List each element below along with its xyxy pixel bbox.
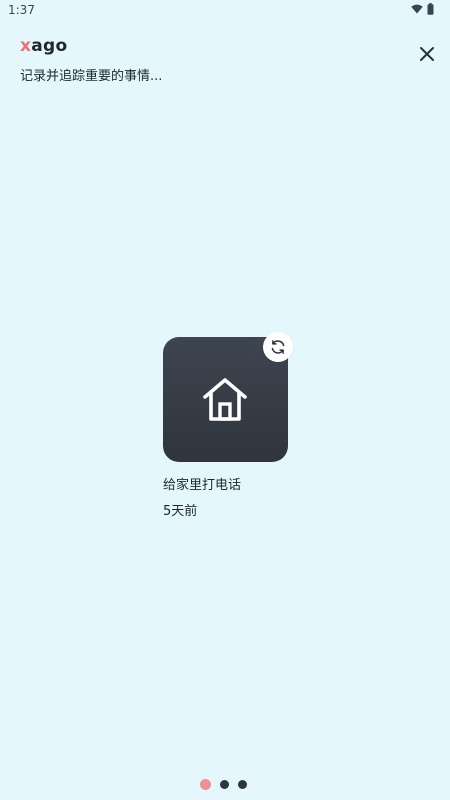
battery-icon [427,3,434,15]
close-button[interactable] [416,43,438,65]
page-dot-1[interactable] [200,779,211,790]
page-dot-2[interactable] [220,780,229,789]
system-icons [411,3,434,15]
app-logo: xago [20,36,68,56]
tagline: 记录并追踪重要的事情... [20,69,163,84]
wifi-icon [411,4,423,14]
refresh-button[interactable] [263,332,293,362]
task-age: 5天前 [163,504,198,519]
status-bar: 1:37 [0,0,450,22]
page-dot-3[interactable] [238,780,247,789]
status-time: 1:37 [8,3,35,17]
page-indicator [200,779,247,790]
logo-accent-letter: x [20,36,32,56]
task-title: 给家里打电话 [163,478,242,493]
refresh-icon [271,340,285,354]
close-icon [420,47,434,61]
home-icon [203,378,247,421]
logo-text: ago [31,36,68,56]
